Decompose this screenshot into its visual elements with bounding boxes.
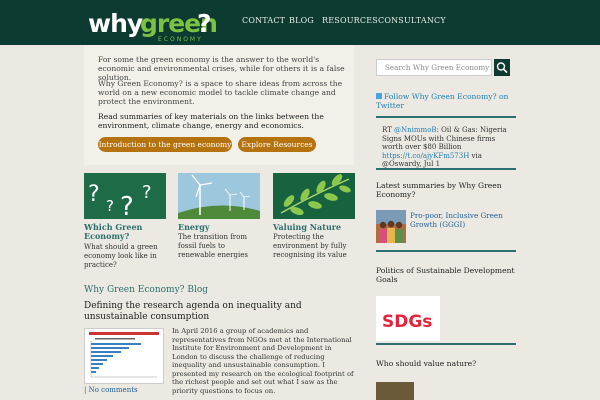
valuing-nature-image[interactable] (273, 173, 355, 219)
who-values-nature-heading: Who should value nature? (376, 359, 477, 368)
follow-twitter-link[interactable]: Follow Why Green Economy? on Twitter (376, 92, 516, 110)
latest-summaries-heading: Latest summaries by Why Green Economy? (376, 181, 502, 199)
latest-tweet: RT @NnimmoB: Oil & Gas: Nigeria Signs MO… (382, 126, 516, 169)
logo-tagline: ECONOMY (158, 36, 203, 43)
question-marks-icon: ? ? ? ? (88, 182, 152, 219)
logo-question-mark: ? (197, 9, 212, 38)
logo-why: why (88, 9, 143, 38)
post-title[interactable]: Defining the research agenda on inequali… (84, 301, 354, 323)
sidebar-divider (376, 250, 516, 252)
hero-intro-text: For some the green economy is the answer… (98, 55, 345, 82)
tweet-url-link[interactable]: https://t.co/ajyKFm573H (382, 152, 469, 160)
follow-twitter-text: Follow Why Green Economy? on Twitter (376, 92, 509, 110)
sidebar-divider (376, 116, 516, 118)
which-green-economy-link[interactable]: Which Green Economy? (84, 223, 166, 241)
search-button[interactable] (494, 59, 510, 76)
svg-text:?: ? (88, 182, 100, 207)
tweet-rt: RT (382, 126, 395, 134)
hero-description-text: Why Green Economy? is a space to share i… (98, 79, 343, 106)
nav-consultancy[interactable]: CONSULTANCY (378, 16, 446, 25)
sdg-image[interactable]: SDGs (376, 296, 440, 341)
search-input[interactable]: Search Why Green Economy (376, 59, 492, 76)
sidebar-divider (376, 343, 516, 345)
summary-thumbnail[interactable] (376, 210, 406, 243)
nature-thumbnail[interactable] (376, 382, 414, 400)
svg-text:?: ? (142, 182, 152, 203)
twitter-icon (376, 93, 382, 99)
nav-blog[interactable]: BLOG (289, 16, 314, 25)
post-thumbnail[interactable] (84, 328, 164, 384)
leaves-icon (280, 174, 351, 216)
post-excerpt: In April 2016 a group of academics and r… (172, 327, 354, 395)
energy-image[interactable] (178, 173, 260, 219)
wind-turbines-icon (178, 174, 260, 219)
nav-resources[interactable]: RESOURCES (322, 16, 378, 25)
intro-green-economy-button[interactable]: Introduction to the green economy (98, 137, 232, 152)
energy-desc: The transition from fossil fuels to rene… (178, 233, 248, 259)
svg-text:?: ? (106, 197, 114, 215)
energy-link[interactable]: Energy (178, 223, 260, 232)
valuing-nature-link[interactable]: Valuing Nature (273, 223, 355, 232)
which-green-economy-desc: What should a green economy look like in… (84, 243, 158, 269)
explore-resources-button[interactable]: Explore Resources (238, 137, 316, 152)
hero-panel: For some the green economy is the answer… (84, 45, 354, 165)
hero-summary-text: Read summaries of key materials on the l… (98, 112, 324, 130)
summary-link-pro-poor[interactable]: Pro-poor, Inclusive Green Growth (GGGI) (410, 211, 518, 229)
comments-link[interactable]: | No comments (84, 386, 138, 394)
sidebar-divider (376, 168, 516, 170)
search-icon (496, 62, 508, 74)
valuing-nature-desc: Protecting the environment by fully reco… (273, 233, 347, 259)
blog-heading[interactable]: Why Green Economy? Blog (84, 285, 208, 295)
politics-sdg-heading: Politics of Sustainable Development Goal… (376, 266, 515, 284)
svg-text:?: ? (120, 192, 134, 219)
which-green-economy-image[interactable]: ? ? ? ? (84, 173, 166, 219)
site-header: why green ? ECONOMY CONTACT BLOG RESOURC… (0, 0, 600, 45)
sdg-text: SDGs (382, 312, 432, 332)
sdg-logo-icon: SDGs (382, 312, 432, 332)
post-chart-thumbnail (89, 332, 159, 378)
tweet-user-link[interactable]: @NnimmoB (394, 126, 437, 134)
people-photo-icon (376, 210, 406, 243)
nav-contact[interactable]: CONTACT (242, 16, 285, 25)
